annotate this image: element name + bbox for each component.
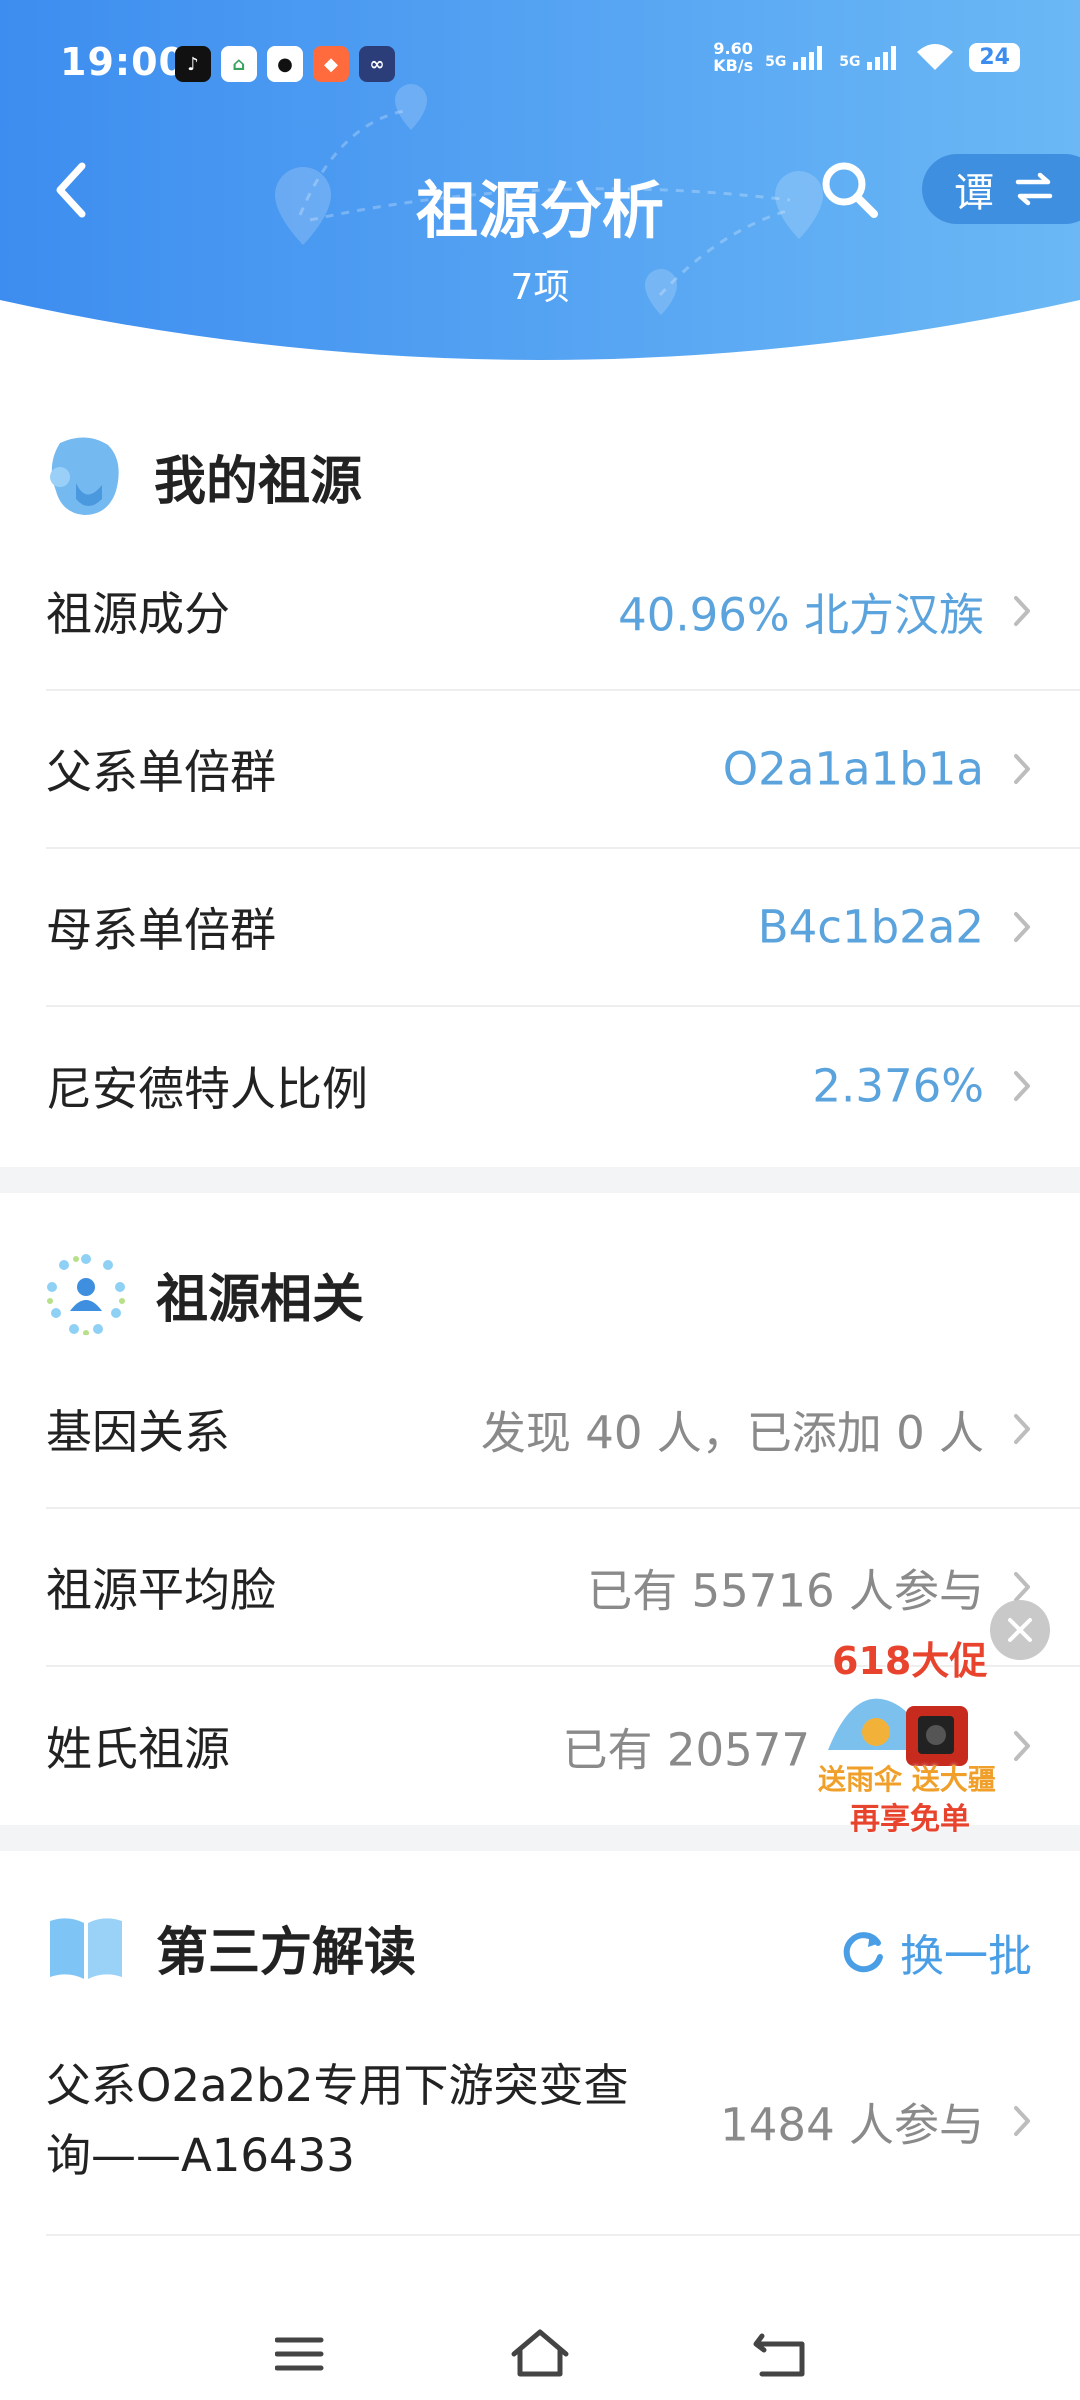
section-third-party: 第三方解读 [46,1910,416,1985]
menu-icon[interactable] [275,2334,325,2374]
search-icon [822,162,878,218]
home-app-icon: ⌂ [221,46,257,82]
chevron-right-icon [1014,1572,1030,1602]
refresh-label: 换一批 [900,1931,1032,1982]
home-icon[interactable] [510,2328,570,2378]
row-value: 40.96% 北方汉族 [618,588,984,642]
row-label: 父系单倍群 [46,745,276,799]
chevron-right-icon [1014,2106,1030,2136]
row-third-party-item[interactable]: 父系O2a2b2专用下游突变查 询——A16433 1484 人参与 [46,2008,1080,2236]
surname-switch-button[interactable]: 谭 [922,154,1080,224]
close-icon [1008,1618,1032,1642]
promo-floating-ad[interactable]: 618大促 送雨伞 送大疆 再享免单 [818,1600,1050,1837]
surname-label: 谭 [954,170,994,216]
section-my-ancestry: 我的祖源 [46,435,362,517]
chevron-right-icon [1014,912,1030,942]
chevron-right-icon [1014,754,1030,784]
row-value: O2a1a1b1a [722,742,984,796]
row-value: B4c1b2a2 [757,900,984,954]
swap-icon [1015,172,1053,206]
refresh-button[interactable]: 换一批 [840,1920,1032,1984]
row-paternal-haplogroup[interactable]: 父系单倍群 O2a1a1b1a [46,691,1080,849]
search-button[interactable] [818,158,880,224]
status-time: 19:00 [60,40,186,84]
system-navigation-bar [0,2300,1080,2400]
row-maternal-haplogroup[interactable]: 母系单倍群 B4c1b2a2 [46,849,1080,1007]
row-value: 1484 人参与 [720,2098,984,2152]
book-icon [50,1917,122,1979]
notification-icons: ♪ ⌂ ● ◆ ∞ [175,46,395,82]
status-bar: 19:00 ♪ ⌂ ● ◆ ∞ 9.60 KB/s 5G 5G 24 [60,40,1020,92]
chevron-right-icon [1014,1414,1030,1444]
row-label: 姓氏祖源 [46,1722,230,1776]
wifi-icon [917,44,954,70]
section-divider [0,1167,1080,1193]
refresh-icon [843,1932,883,1973]
chevron-right-icon [1014,596,1030,626]
qq-icon: ● [267,46,303,82]
chevron-right-icon [1014,1071,1030,1101]
row-label: 父系O2a2b2专用下游突变查 询——A16433 [46,2059,629,2182]
ad-line2: 再享免单 [850,1802,970,1837]
battery-indicator: 24 [969,42,1020,72]
section-title: 我的祖源 [154,451,363,512]
page-subtitle: 7项 [510,267,570,308]
header: 19:00 ♪ ⌂ ● ◆ ∞ 9.60 KB/s 5G 5G 24 祖源分析 … [0,0,1080,380]
tiktok-icon: ♪ [175,46,211,82]
row-ancestry-composition[interactable]: 祖源成分 40.96% 北方汉族 [46,533,1080,691]
signal-icon: 5G [765,44,827,70]
people-network-icon [47,1254,125,1335]
row-label: 祖源成分 [46,587,230,641]
ancestor-face-icon [50,437,119,515]
section-title: 祖源相关 [156,1269,365,1330]
row-neanderthal-ratio[interactable]: 尼安德特人比例 2.376% [46,1007,1080,1165]
close-ad-button[interactable] [990,1600,1050,1660]
page-title: 祖源分析 [415,174,664,247]
system-icons: 9.60 KB/s 5G 5G 24 [713,40,1020,74]
shop-app-icon: ◆ [313,46,349,82]
row-label: 尼安德特人比例 [46,1062,368,1116]
signal-icon-2: 5G [839,44,901,70]
link-app-icon: ∞ [359,46,395,82]
section-title: 第三方解读 [156,1923,417,1983]
row-value: 已有 20577 [562,1723,810,1777]
row-label: 基因关系 [46,1405,230,1459]
row-label: 祖源平均脸 [46,1563,276,1617]
ad-line1: 送雨伞 送大疆 [818,1763,996,1796]
ad-headline: 618大促 [832,1639,988,1683]
row-value: 2.376% [812,1059,984,1113]
row-label: 母系单倍群 [46,903,276,957]
row-value: 发现 40 人，已添加 0 人 [480,1406,984,1460]
row-genetic-relations[interactable]: 基因关系 发现 40 人，已添加 0 人 [46,1351,1080,1509]
return-icon[interactable] [752,2332,808,2378]
section-ancestry-related: 祖源相关 [46,1253,364,1335]
net-speed: 9.60 KB/s [713,39,754,75]
